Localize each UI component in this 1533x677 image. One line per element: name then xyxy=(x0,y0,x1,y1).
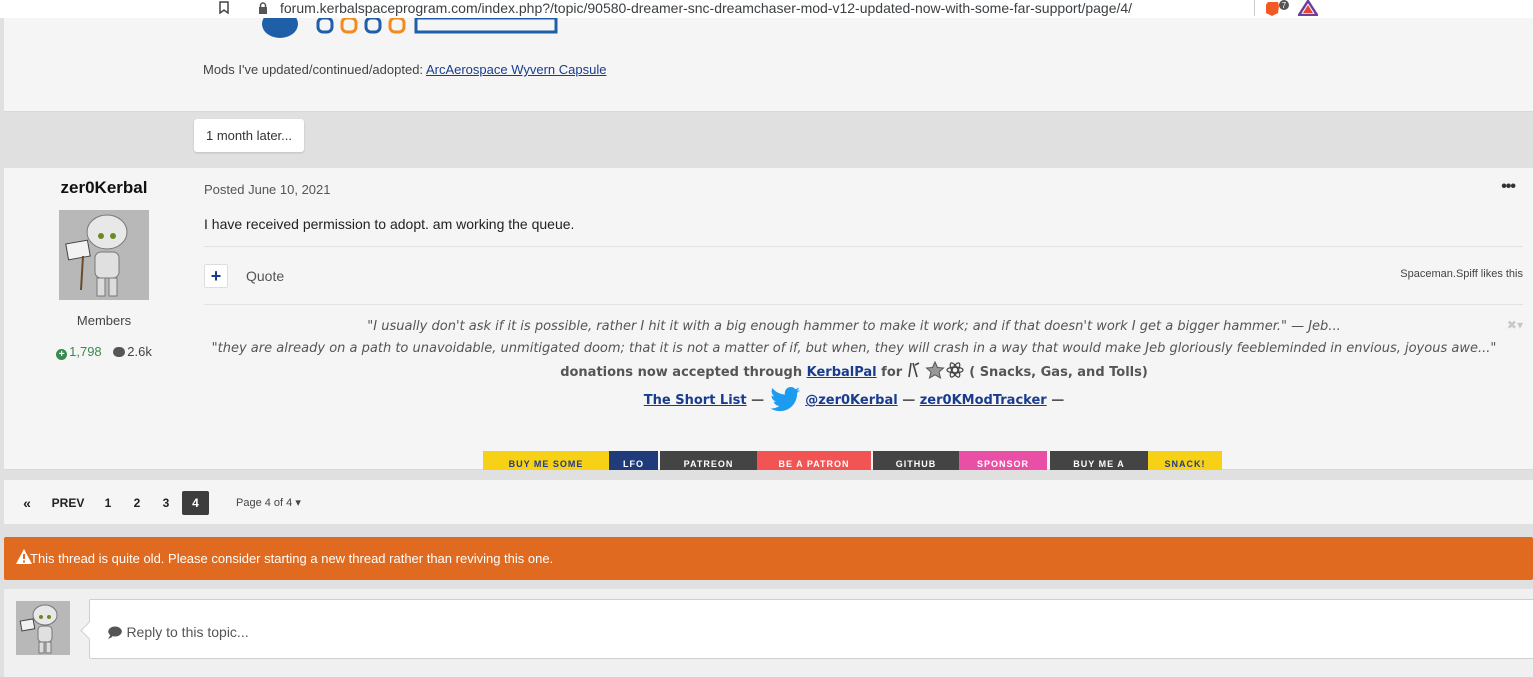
badge-lfo[interactable]: LFO xyxy=(609,451,658,470)
bookmark-icon[interactable] xyxy=(219,1,229,14)
page-4-current[interactable]: 4 xyxy=(182,491,209,515)
likes-text[interactable]: Spaceman.Spiff likes this xyxy=(1400,268,1523,280)
short-list-link[interactable]: The Short List xyxy=(644,393,747,408)
prev-page-button[interactable]: PREV xyxy=(48,491,88,515)
signature-quote-1: "I usually don't ask if it is possible, … xyxy=(367,319,1341,334)
toolbar-blank xyxy=(1326,0,1533,18)
robot-avatar-image xyxy=(16,601,70,655)
snack-gas-toll-icons xyxy=(907,360,964,380)
twitter-icon[interactable] xyxy=(769,386,801,412)
page-jump-dropdown[interactable]: Page 4 of 4 ▾ xyxy=(236,491,316,515)
signature-quote-2: "they are already on a path to unavoidab… xyxy=(211,341,1497,356)
multiquote-button[interactable]: + xyxy=(204,264,228,288)
donation-badges: BUY ME SOME LFO PATREON BE A PATRON GITH… xyxy=(483,451,1224,470)
links-line: The Short List — @zer0Kerbal — zer0KModT… xyxy=(204,386,1504,414)
quote-button[interactable]: Quote xyxy=(246,268,284,284)
comment-icon xyxy=(113,347,126,357)
badge-buy-me-some[interactable]: BUY ME SOME xyxy=(483,451,609,470)
post-count: 2.6k xyxy=(127,344,152,359)
divider xyxy=(204,304,1523,305)
donations-prefix: donations now accepted through xyxy=(560,365,807,380)
mods-link[interactable]: ArcAerospace Wyvern Capsule xyxy=(426,62,607,77)
post-content: I have received permission to adopt. am … xyxy=(204,216,575,232)
badge-patreon[interactable]: PATREON xyxy=(660,451,757,470)
kerbalpal-link[interactable]: KerbalPal xyxy=(807,365,877,380)
reply-placeholder[interactable]: 🗩 Reply to this topic... xyxy=(107,622,249,646)
old-thread-warning: This thread is quite old. Please conside… xyxy=(4,537,1533,580)
url-text[interactable]: forum.kerbalspaceprogram.com/index.php?/… xyxy=(280,0,1132,16)
badge-sponsor[interactable]: SPONSOR xyxy=(959,451,1047,470)
author-column: zer0Kerbal Members +1,798 2.6k xyxy=(4,168,204,470)
svg-text:7: 7 xyxy=(1282,1,1287,10)
browser-address-bar[interactable]: forum.kerbalspaceprogram.com/index.php?/… xyxy=(0,0,1533,18)
badge-snack[interactable]: SNACK! xyxy=(1148,451,1222,470)
member-group: Members xyxy=(76,313,132,328)
user-avatar[interactable] xyxy=(16,601,70,655)
author-name[interactable]: zer0Kerbal xyxy=(4,178,204,198)
badge-be-a-patron[interactable]: BE A PATRON xyxy=(757,451,871,470)
plus-icon: + xyxy=(56,349,68,360)
time-gap-tag: 1 month later... xyxy=(194,119,304,152)
donations-for: for xyxy=(876,365,907,380)
post-date[interactable]: Posted June 10, 2021 xyxy=(204,182,331,197)
divider xyxy=(204,246,1523,247)
reply-area: 🗩 Reply to this topic... xyxy=(4,589,1533,677)
mod-tracker-link[interactable]: zer0KModTracker xyxy=(920,393,1047,408)
comment-icon: 🗩 xyxy=(107,624,123,640)
brave-shield-icon[interactable]: 7 xyxy=(1266,0,1290,16)
separator: — xyxy=(897,393,920,408)
reply-editor[interactable]: 🗩 Reply to this topic... xyxy=(89,599,1533,659)
lock-icon[interactable] xyxy=(258,2,268,14)
previous-post: Mods I've updated/continued/adopted: Arc… xyxy=(4,18,1533,112)
page-1-button[interactable]: 1 xyxy=(100,491,116,515)
forum-post: zer0Kerbal Members +1,798 2.6k Posted Ju… xyxy=(4,168,1533,470)
reply-placeholder-text: Reply to this topic... xyxy=(126,624,249,640)
signature-logo xyxy=(262,18,558,38)
separator: — xyxy=(1046,393,1065,408)
author-stats: +1,798 2.6k xyxy=(4,344,204,360)
mods-prefix: Mods I've updated/continued/adopted: xyxy=(203,62,426,77)
first-page-button[interactable]: « xyxy=(18,491,36,515)
page-of-label: Page 4 of 4 xyxy=(236,497,293,509)
page-2-button[interactable]: 2 xyxy=(129,491,145,515)
donations-line: donations now accepted through KerbalPal… xyxy=(204,360,1504,386)
hide-signature-icon[interactable]: ✖▾ xyxy=(1507,318,1523,332)
more-options-icon[interactable]: ••• xyxy=(1501,178,1516,196)
brave-rewards-icon[interactable] xyxy=(1298,0,1318,16)
robot-avatar-image xyxy=(59,210,149,300)
signature-mods-line: Mods I've updated/continued/adopted: Arc… xyxy=(203,62,606,77)
signature: "I usually don't ask if it is possible, … xyxy=(204,316,1504,414)
toolbar-divider xyxy=(1254,0,1255,16)
chevron-down-icon: ▾ xyxy=(295,497,301,509)
avatar[interactable] xyxy=(59,210,149,300)
reputation-count[interactable]: 1,798 xyxy=(69,344,102,359)
separator: — xyxy=(746,393,769,408)
badge-buy-me-a[interactable]: BUY ME A xyxy=(1050,451,1148,470)
page-3-button[interactable]: 3 xyxy=(158,491,174,515)
twitter-handle-link[interactable]: @zer0Kerbal xyxy=(805,393,897,408)
pagination: « PREV 1 2 3 4 Page 4 of 4 ▾ xyxy=(4,480,1533,524)
badge-github[interactable]: GITHUB xyxy=(873,451,959,470)
donations-suffix: ( Snacks, Gas, and Tolls) xyxy=(964,365,1148,380)
warning-text: This thread is quite old. Please conside… xyxy=(30,551,554,566)
